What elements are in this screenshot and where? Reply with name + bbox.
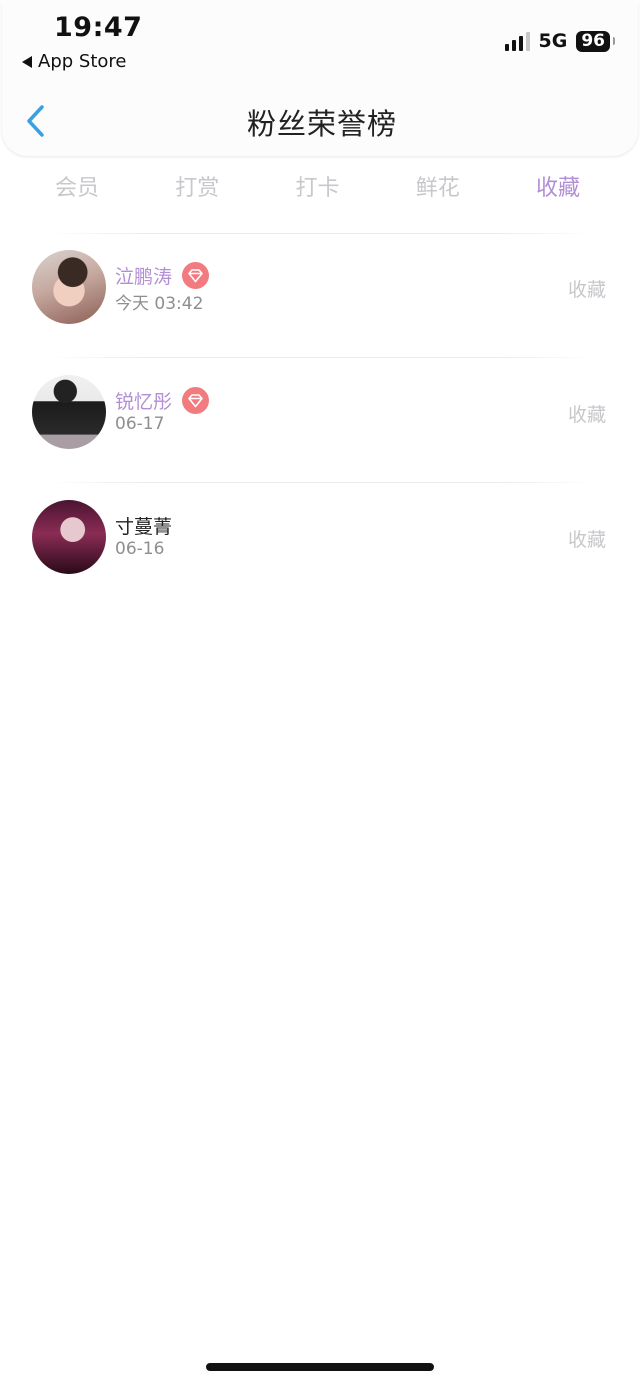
back-app-label: App Store bbox=[38, 51, 127, 72]
list-divider bbox=[46, 357, 596, 358]
back-to-app-store-link[interactable]: App Store bbox=[22, 51, 126, 72]
activity-date: 06-17 bbox=[115, 414, 165, 434]
app-screen: 19:47 App Store 5G 96 粉丝荣誉榜 会员 打赏 打卡 鲜花 … bbox=[0, 0, 640, 1385]
list-item[interactable]: 寸蔓菁 06-16 收藏 bbox=[0, 498, 640, 578]
status-indicators: 5G 96 bbox=[504, 30, 615, 52]
user-name-row: 寸蔓菁 bbox=[115, 512, 172, 539]
user-name: 锐忆彤 bbox=[115, 391, 173, 413]
tab-flowers[interactable]: 鲜花 bbox=[393, 170, 483, 202]
diamond-icon bbox=[182, 262, 210, 289]
avatar[interactable] bbox=[32, 250, 106, 324]
favorite-label: 收藏 bbox=[567, 404, 606, 426]
tab-member[interactable]: 会员 bbox=[32, 170, 122, 202]
activity-date: 今天 03:42 bbox=[115, 294, 204, 314]
tab-checkin[interactable]: 打卡 bbox=[273, 170, 363, 202]
activity-date: 06-16 bbox=[115, 539, 165, 559]
user-name-row: 泣鹏涛 bbox=[115, 262, 210, 289]
list-item[interactable]: 锐忆彤 06-17 收藏 bbox=[0, 373, 640, 453]
user-name: 寸蔓菁 bbox=[115, 516, 173, 538]
tab-reward[interactable]: 打赏 bbox=[152, 170, 242, 202]
user-name-row: 锐忆彤 bbox=[115, 387, 210, 414]
status-time: 19:47 bbox=[54, 12, 143, 43]
diamond-icon bbox=[182, 387, 210, 414]
network-type: 5G bbox=[538, 30, 568, 52]
list-divider bbox=[46, 233, 596, 234]
header-card: 19:47 App Store 5G 96 粉丝荣誉榜 bbox=[2, 0, 638, 156]
home-indicator[interactable] bbox=[206, 1363, 434, 1371]
tab-favorites[interactable]: 收藏 bbox=[513, 170, 603, 202]
favorite-label: 收藏 bbox=[567, 279, 606, 301]
user-name: 泣鹏涛 bbox=[115, 266, 173, 288]
battery-icon: 96 bbox=[576, 30, 615, 52]
favorite-label: 收藏 bbox=[567, 529, 606, 551]
tab-bar: 会员 打赏 打卡 鲜花 收藏 bbox=[30, 170, 605, 202]
page-title: 粉丝荣誉榜 bbox=[246, 107, 397, 141]
back-triangle-icon bbox=[22, 55, 32, 68]
list-divider bbox=[46, 482, 596, 483]
avatar[interactable] bbox=[32, 500, 106, 574]
list-item[interactable]: 泣鹏涛 今天 03:42 收藏 bbox=[0, 248, 640, 328]
avatar[interactable] bbox=[32, 375, 106, 449]
cellular-signal-icon bbox=[504, 31, 530, 51]
